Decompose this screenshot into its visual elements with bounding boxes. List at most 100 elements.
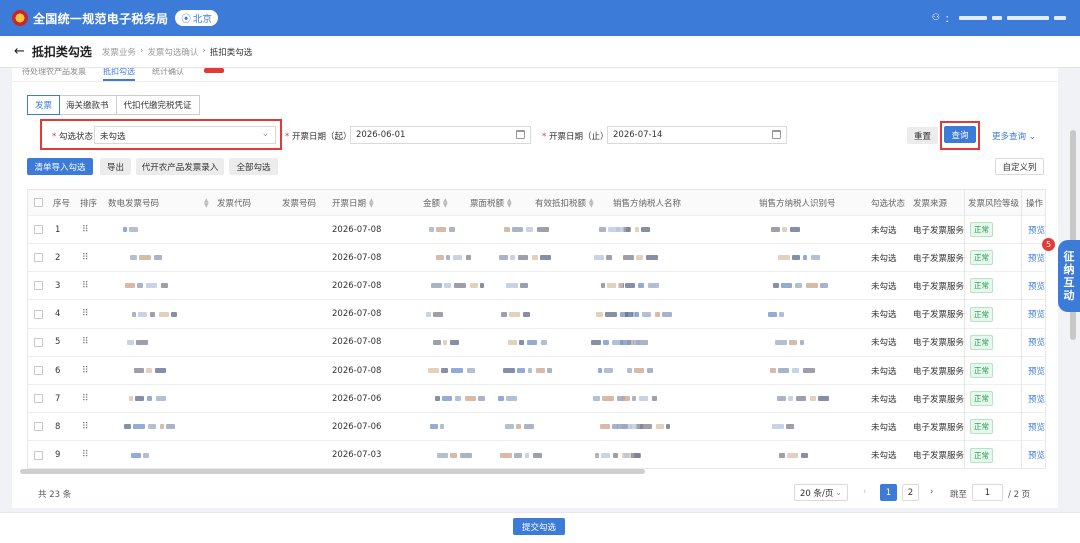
row-checkbox[interactable] bbox=[34, 329, 43, 356]
next-page-button[interactable]: › bbox=[930, 487, 933, 497]
drag-handle-icon[interactable]: ⠿ bbox=[82, 413, 88, 440]
tab-stat-confirm[interactable]: 统计确认 bbox=[152, 68, 184, 77]
drag-handle-icon[interactable]: ⠿ bbox=[82, 385, 88, 412]
row-checkbox[interactable] bbox=[34, 244, 43, 271]
user-info[interactable]: ⚇： bbox=[932, 12, 1066, 25]
checkbox[interactable] bbox=[34, 309, 43, 319]
tab-customs[interactable]: 海关缴款书 bbox=[59, 96, 117, 114]
table-row[interactable]: 8 ⠿ 2026-07-06 未勾选 电子发票服务 正常 预览 bbox=[28, 413, 1045, 442]
tab-deduction-select[interactable]: 抵扣勾选 bbox=[103, 68, 135, 81]
preview-link[interactable]: 预览 bbox=[1028, 421, 1045, 433]
checkbox[interactable] bbox=[34, 422, 43, 432]
goto-page-input[interactable]: 1 bbox=[972, 484, 1003, 501]
checkbox[interactable] bbox=[34, 198, 43, 207]
region-selector[interactable]: ⦿ 北京 bbox=[175, 10, 218, 26]
col-amount[interactable]: 金额 ▲ ▼ bbox=[423, 190, 448, 215]
page-2-button[interactable]: 2 bbox=[902, 484, 919, 501]
table-row[interactable]: 2 ⠿ 2026-07-08 未勾选 电子发票服务 正常 预览 bbox=[28, 244, 1045, 273]
masked-segment bbox=[662, 311, 672, 317]
row-checkbox[interactable] bbox=[34, 357, 43, 384]
export-button[interactable]: 导出 bbox=[100, 158, 131, 175]
table-row[interactable]: 7 ⠿ 2026-07-06 未勾选 电子发票服务 正常 预览 bbox=[28, 385, 1045, 414]
masked-segment bbox=[160, 424, 164, 430]
row-date: 2026-07-08 bbox=[332, 365, 382, 376]
preview-link[interactable]: 预览 bbox=[1028, 308, 1045, 320]
table-row[interactable]: 4 ⠿ 2026-07-08 未勾选 电子发票服务 正常 预览 bbox=[28, 301, 1045, 329]
select-all-button[interactable]: 全部勾选 bbox=[229, 158, 278, 175]
col-date[interactable]: 开票日期 ▲ ▼ bbox=[332, 190, 374, 215]
col-digital-no[interactable]: 数电发票号码 ▲ ▼ bbox=[108, 190, 209, 215]
table-row[interactable]: 9 ⠿ 2026-07-03 未勾选 电子发票服务 正常 预览 bbox=[28, 442, 1045, 468]
table-row[interactable]: 3 ⠿ 2026-07-08 未勾选 电子发票服务 正常 预览 bbox=[28, 272, 1045, 301]
date-to-input[interactable]: 2026-07-14 bbox=[607, 126, 787, 144]
tab-agri-pending[interactable]: 待处理农产品发票 bbox=[22, 68, 86, 77]
app-title: 全国统一规范电子税务局 bbox=[33, 11, 169, 26]
drag-handle-icon[interactable]: ⠿ bbox=[82, 301, 88, 328]
col-tax[interactable]: 票面税额 ▲ ▼ bbox=[470, 190, 512, 215]
page-size-select[interactable]: 20 条/页 ⌄ bbox=[794, 484, 848, 501]
more-query-link[interactable]: 更多查询 ⌄ bbox=[992, 130, 1036, 142]
masked-segment bbox=[517, 368, 525, 373]
preview-link[interactable]: 预览 bbox=[1028, 224, 1045, 236]
sort-icon[interactable]: ▲ ▼ bbox=[443, 197, 448, 208]
breadcrumb-item[interactable]: 发票勾选确认 bbox=[147, 46, 198, 58]
date-from-input[interactable]: 2026-06-01 bbox=[350, 126, 531, 144]
reset-button[interactable]: 重置 bbox=[907, 127, 938, 144]
arrow-left-icon[interactable]: ← bbox=[14, 44, 25, 59]
page-1-button[interactable]: 1 bbox=[880, 484, 897, 501]
import-select-button[interactable]: 清单导入勾选 bbox=[27, 158, 93, 175]
sort-icon[interactable]: ▲ ▼ bbox=[369, 197, 374, 208]
masked-value bbox=[498, 385, 520, 412]
sort-icon[interactable]: ▲ ▼ bbox=[589, 197, 594, 208]
sort-icon[interactable]: ▲ ▼ bbox=[507, 197, 512, 208]
row-checkbox[interactable] bbox=[34, 216, 43, 243]
row-action: 预览 bbox=[1028, 301, 1045, 328]
row-checkbox[interactable] bbox=[34, 413, 43, 440]
checkbox[interactable] bbox=[34, 394, 43, 404]
checkbox[interactable] bbox=[34, 337, 43, 347]
table-row[interactable]: 5 ⠿ 2026-07-08 未勾选 电子发票服务 正常 预览 bbox=[28, 329, 1045, 357]
chevron-down-icon: ⌄ bbox=[261, 129, 269, 139]
masked-segment bbox=[135, 396, 144, 402]
tab-invoice[interactable]: 发票 bbox=[27, 95, 61, 115]
row-checkbox[interactable] bbox=[34, 301, 43, 328]
preview-link[interactable]: 预览 bbox=[1028, 393, 1045, 405]
row-checkbox[interactable] bbox=[34, 442, 43, 468]
preview-link[interactable]: 预览 bbox=[1028, 365, 1045, 377]
prev-page-button[interactable]: ‹ bbox=[863, 487, 866, 497]
query-button[interactable]: 查询 bbox=[944, 126, 976, 143]
row-checkbox[interactable] bbox=[34, 272, 43, 299]
agri-entry-button[interactable]: 代开农产品发票录入 bbox=[136, 158, 224, 175]
status-select[interactable]: 未勾选 ⌄ bbox=[94, 126, 276, 144]
drag-handle-icon[interactable]: ⠿ bbox=[82, 329, 88, 356]
preview-link[interactable]: 预览 bbox=[1028, 280, 1045, 292]
tab-withholding[interactable]: 代扣代缴完税凭证 bbox=[117, 96, 199, 114]
table-row[interactable]: 1 ⠿ 2026-07-08 未勾选 电子发票服务 正常 预览 bbox=[28, 216, 1045, 244]
col-effective-tax[interactable]: 有效抵扣税额 ▲ ▼ bbox=[535, 190, 594, 215]
select-all-checkbox[interactable] bbox=[34, 190, 43, 215]
table-row[interactable]: 6 ⠿ 2026-07-08 未勾选 电子发票服务 正常 预览 bbox=[28, 357, 1045, 385]
drag-handle-icon[interactable]: ⠿ bbox=[82, 244, 88, 271]
checkbox[interactable] bbox=[34, 366, 43, 375]
checkbox[interactable] bbox=[34, 253, 43, 263]
drag-handle-icon[interactable]: ⠿ bbox=[82, 272, 88, 299]
interaction-side-button[interactable]: 征 纳 互 动 bbox=[1058, 240, 1080, 312]
custom-columns-button[interactable]: 自定义列 bbox=[995, 158, 1044, 175]
row-checkbox[interactable] bbox=[34, 385, 43, 412]
drag-handle-icon[interactable]: ⠿ bbox=[82, 442, 88, 468]
sort-icon[interactable]: ▲ ▼ bbox=[204, 197, 209, 208]
drag-handle-icon[interactable]: ⠿ bbox=[82, 357, 88, 384]
submit-select-button[interactable]: 提交勾选 bbox=[513, 518, 565, 535]
drag-handle-icon[interactable]: ⠿ bbox=[82, 216, 88, 243]
checkbox[interactable] bbox=[34, 450, 43, 460]
checkbox[interactable] bbox=[34, 281, 43, 291]
breadcrumb-item[interactable]: 发票业务 bbox=[102, 46, 136, 58]
row-no: 5 bbox=[55, 337, 61, 348]
preview-link[interactable]: 预览 bbox=[1028, 252, 1045, 264]
preview-link[interactable]: 预览 bbox=[1028, 449, 1045, 461]
checkbox[interactable] bbox=[34, 225, 43, 234]
scrollbar-thumb[interactable] bbox=[20, 469, 645, 474]
preview-link[interactable]: 预览 bbox=[1028, 336, 1045, 348]
horizontal-scrollbar[interactable] bbox=[20, 468, 1043, 475]
masked-segment bbox=[467, 368, 475, 373]
